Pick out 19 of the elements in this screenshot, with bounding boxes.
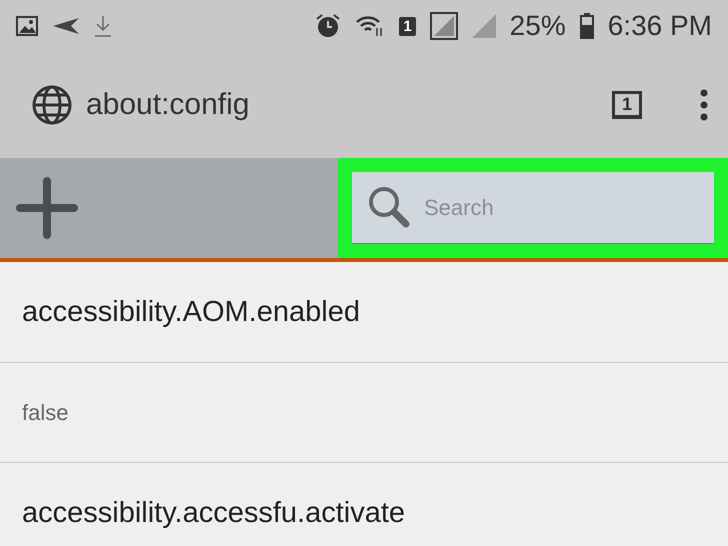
download-icon: [94, 15, 112, 37]
battery-percent: 25%: [510, 10, 566, 42]
add-icon[interactable]: [16, 177, 78, 239]
alarm-icon: [315, 13, 342, 39]
image-icon: [16, 16, 38, 36]
preference-value: false: [0, 363, 728, 463]
preference-name[interactable]: accessibility.accessfu.activate: [0, 463, 728, 546]
sim-badge: 1: [399, 16, 416, 36]
search-field[interactable]: Search: [352, 172, 714, 244]
globe-icon: [32, 85, 72, 125]
battery-icon: [580, 13, 594, 39]
preference-name[interactable]: accessibility.AOM.enabled: [0, 262, 728, 363]
signal-icon: [472, 14, 496, 38]
clock: 6:36 PM: [608, 10, 712, 42]
signal-icon: [430, 12, 458, 40]
url-text[interactable]: about:config: [86, 88, 598, 122]
menu-icon[interactable]: [700, 89, 708, 121]
tab-count-button[interactable]: 1: [612, 91, 642, 119]
paper-plane-icon: [52, 16, 80, 36]
